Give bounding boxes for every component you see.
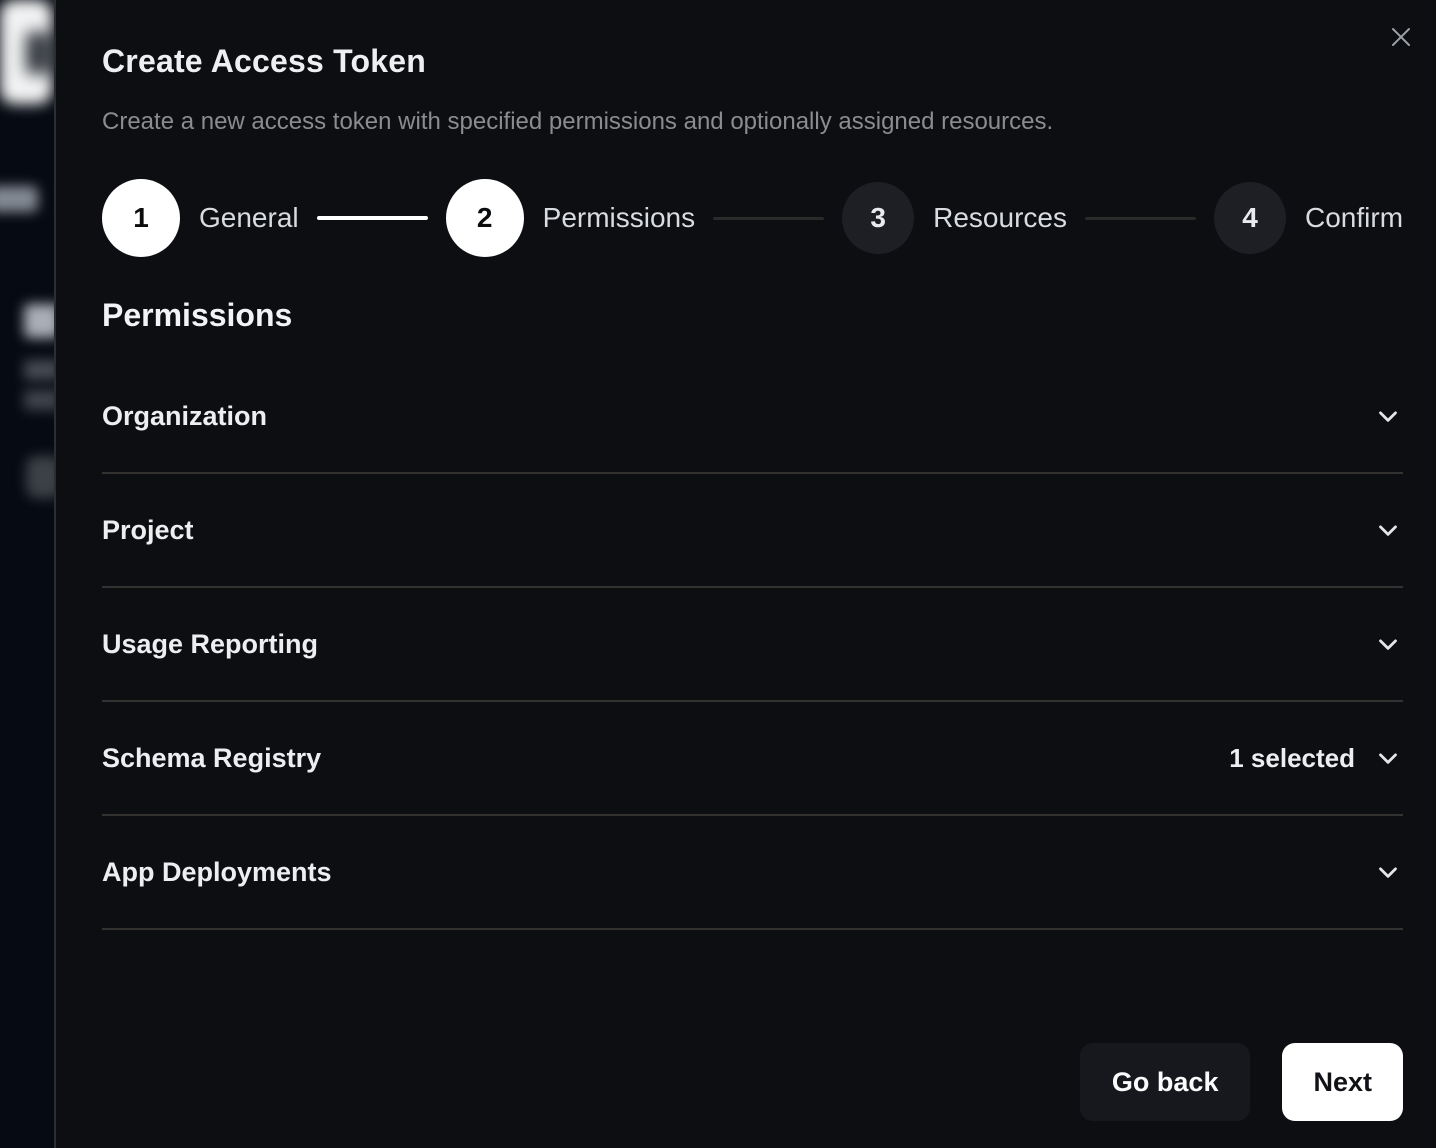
next-button[interactable]: Next [1282, 1043, 1403, 1121]
step-label: Resources [933, 202, 1067, 234]
step-label: Permissions [543, 202, 695, 234]
background-heading [24, 304, 54, 338]
permission-sections: Organization Project Usage [102, 360, 1403, 930]
chevron-down-icon [1373, 401, 1403, 431]
chevron-down-icon [1373, 857, 1403, 887]
modal-footer: Go back Next [102, 1043, 1403, 1121]
close-icon [1391, 27, 1411, 47]
background-nav-item [0, 186, 38, 212]
section-label: Project [102, 515, 194, 546]
stepper-connector [1085, 217, 1196, 220]
step-number-badge: 1 [102, 179, 180, 257]
modal-subtitle: Create a new access token with specified… [102, 108, 1403, 136]
chevron-down-icon [1373, 515, 1403, 545]
step-label: General [199, 202, 299, 234]
step-general[interactable]: 1 General [102, 179, 299, 257]
section-row-usage-reporting[interactable]: Usage Reporting [102, 588, 1403, 702]
background-icon [26, 456, 54, 498]
section-label: App Deployments [102, 857, 332, 888]
section-row-organization[interactable]: Organization [102, 360, 1403, 474]
step-resources[interactable]: 3 Resources [842, 182, 1067, 254]
step-label: Confirm [1305, 202, 1403, 234]
background-text-line [24, 360, 54, 380]
permissions-heading: Permissions [102, 296, 1403, 334]
screen: Create Access Token Create a new access … [0, 0, 1436, 1148]
close-button[interactable] [1384, 20, 1418, 54]
section-row-app-deployments[interactable]: App Deployments [102, 816, 1403, 930]
stepper-connector [317, 216, 428, 220]
background-card-detail [26, 32, 50, 74]
section-label: Schema Registry [102, 743, 321, 774]
modal-title: Create Access Token [102, 42, 1403, 80]
step-permissions[interactable]: 2 Permissions [446, 179, 695, 257]
section-label: Usage Reporting [102, 629, 318, 660]
background-app-strip [0, 0, 54, 1148]
step-confirm[interactable]: 4 Confirm [1214, 182, 1403, 254]
step-number-badge: 2 [446, 179, 524, 257]
stepper-connector [713, 217, 824, 220]
stepper: 1 General 2 Permissions 3 Resources 4 Co… [102, 179, 1403, 257]
selection-count-badge: 1 selected [1229, 743, 1355, 774]
chevron-down-icon [1373, 629, 1403, 659]
section-row-project[interactable]: Project [102, 474, 1403, 588]
step-number-badge: 3 [842, 182, 914, 254]
create-access-token-modal: Create Access Token Create a new access … [54, 0, 1436, 1148]
go-back-button[interactable]: Go back [1080, 1043, 1251, 1121]
step-number-badge: 4 [1214, 182, 1286, 254]
chevron-down-icon [1373, 743, 1403, 773]
section-label: Organization [102, 401, 267, 432]
background-text-line [24, 390, 54, 410]
section-row-schema-registry[interactable]: Schema Registry 1 selected [102, 702, 1403, 816]
background-card [0, 0, 52, 104]
